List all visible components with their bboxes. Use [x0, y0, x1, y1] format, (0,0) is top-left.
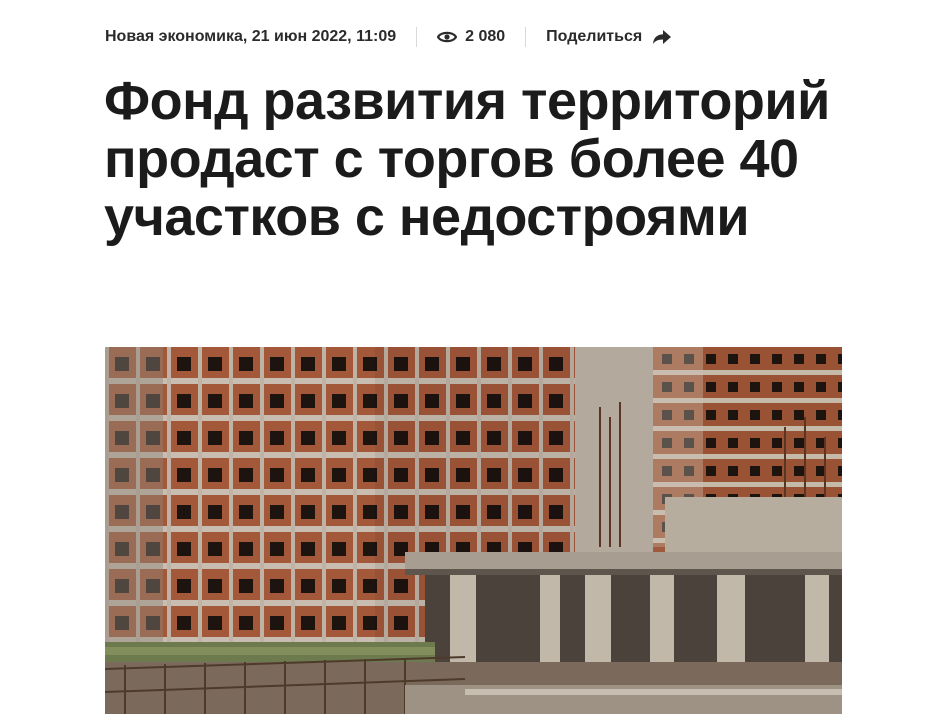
source-date: Новая экономика, 21 июн 2022, 11:09: [105, 28, 397, 45]
article-title: Фонд развития территорий продаст с торго…: [104, 71, 830, 247]
meta-divider: [525, 27, 527, 47]
views-counter: 2 080: [437, 28, 505, 46]
article-meta: Новая экономика, 21 июн 2022, 11:09 2 08…: [105, 24, 672, 50]
share-arrow-icon: [652, 29, 672, 45]
article-photo: [105, 347, 842, 714]
meta-divider: [416, 27, 418, 47]
share-label: Поделиться: [546, 28, 643, 45]
share-button[interactable]: Поделиться: [546, 28, 672, 46]
views-count: 2 080: [465, 28, 506, 45]
eye-icon: [437, 30, 458, 44]
